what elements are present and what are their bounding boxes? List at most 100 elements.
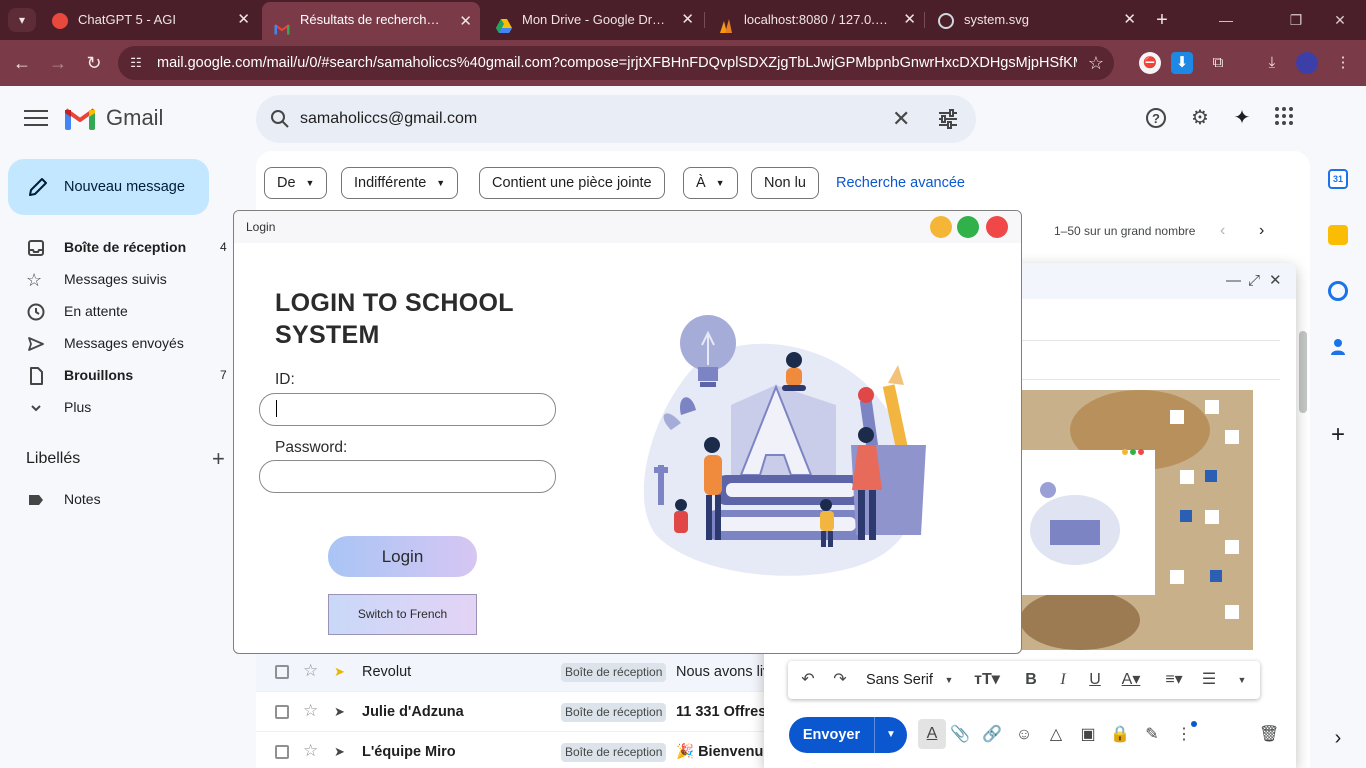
compose-button[interactable]: Nouveau message: [8, 159, 209, 215]
confidential-mode-icon[interactable]: 🔒: [1110, 725, 1130, 745]
table-row[interactable]: ☆ ➤ Julie d'Adzuna Boîte de réception 11…: [256, 692, 776, 732]
downloads-icon[interactable]: ⤓: [1261, 52, 1283, 74]
advanced-search-link[interactable]: Recherche avancée: [836, 167, 965, 199]
more-options-icon[interactable]: ⋮: [1174, 725, 1194, 745]
expand-compose-icon[interactable]: ⤢: [1248, 271, 1260, 291]
table-row[interactable]: ☆ ➤ Revolut Boîte de réception Nous avon…: [256, 652, 776, 692]
close-compose-icon[interactable]: ✕: [1269, 271, 1282, 291]
id-input[interactable]: [259, 393, 556, 426]
star-icon[interactable]: ☆: [303, 701, 318, 721]
profile-avatar-icon[interactable]: [1296, 52, 1318, 74]
sidebar-item-drafts[interactable]: Brouillons 7: [0, 359, 240, 391]
minimize-button[interactable]: [930, 216, 952, 238]
inline-screenshot-image[interactable]: [1020, 390, 1253, 650]
add-label-icon[interactable]: +: [212, 448, 225, 470]
search-icon[interactable]: [268, 107, 292, 131]
password-input[interactable]: [259, 460, 556, 493]
star-icon[interactable]: ☆: [303, 661, 318, 681]
sidebar-item-sent[interactable]: Messages envoyés: [0, 327, 240, 359]
important-marker-icon[interactable]: ➤: [334, 742, 345, 762]
send-button[interactable]: Envoyer ▼: [789, 717, 907, 753]
maximize-button[interactable]: [957, 216, 979, 238]
minimize-compose-icon[interactable]: —: [1226, 271, 1241, 291]
attach-file-icon[interactable]: 📎: [950, 725, 970, 745]
row-checkbox[interactable]: [275, 745, 289, 759]
new-tab-button[interactable]: +: [1150, 8, 1174, 32]
keep-icon[interactable]: [1328, 225, 1348, 245]
search-input[interactable]: samaholiccs@gmail.com: [300, 95, 477, 143]
filter-date-chip[interactable]: Indifférente ▼: [341, 167, 459, 199]
undo-icon[interactable]: ↶: [798, 670, 818, 690]
insert-link-icon[interactable]: 🔗: [982, 725, 1002, 745]
redo-icon[interactable]: ↷: [830, 670, 850, 690]
switch-language-button[interactable]: Switch to French: [328, 594, 477, 635]
forward-arrow-icon[interactable]: →: [46, 51, 70, 75]
font-family-select[interactable]: Sans Serif: [866, 661, 933, 699]
bookmark-star-icon[interactable]: ☆: [1088, 52, 1104, 74]
insert-photo-icon[interactable]: ▣: [1078, 725, 1098, 745]
puzzle-extensions-icon[interactable]: ⧉: [1207, 52, 1229, 74]
close-tab-icon[interactable]: ✕: [1123, 4, 1136, 36]
formatting-options-icon[interactable]: A: [918, 719, 946, 749]
close-tab-icon[interactable]: ✕: [903, 4, 916, 36]
tab-phpmyadmin[interactable]: localhost:8080 / 127.0.0.1 / s ✕: [706, 4, 924, 36]
tasks-icon[interactable]: [1328, 281, 1348, 301]
contacts-icon[interactable]: [1328, 337, 1348, 357]
chevron-right-icon[interactable]: ›: [1259, 221, 1264, 241]
close-tab-icon[interactable]: ✕: [237, 4, 250, 36]
star-icon[interactable]: ☆: [303, 741, 318, 761]
discard-draft-icon[interactable]: 🗑: [1259, 725, 1279, 745]
main-menu-icon[interactable]: [24, 110, 48, 128]
settings-gear-icon[interactable]: ⚙: [1188, 106, 1212, 130]
row-checkbox[interactable]: [275, 665, 289, 679]
login-button[interactable]: Login: [328, 536, 477, 577]
italic-icon[interactable]: I: [1053, 670, 1073, 690]
site-settings-icon[interactable]: ☷: [126, 53, 146, 73]
add-addon-icon[interactable]: +: [1328, 423, 1348, 447]
close-window-button[interactable]: ✕: [1320, 8, 1360, 32]
sidebar-item-starred[interactable]: ☆ Messages suivis: [0, 263, 240, 295]
row-label-badge[interactable]: Boîte de réception: [561, 663, 667, 682]
search-bar[interactable]: samaholiccs@gmail.com ✕: [256, 95, 976, 143]
emoji-icon[interactable]: ☺: [1014, 725, 1034, 745]
url-text[interactable]: mail.google.com/mail/u/0/#search/samahol…: [157, 46, 1077, 80]
restore-window-button[interactable]: ❐: [1276, 8, 1316, 32]
clear-search-icon[interactable]: ✕: [892, 107, 910, 131]
signature-pen-icon[interactable]: ✎: [1142, 725, 1162, 745]
tab-google-drive[interactable]: Mon Drive - Google Drive ✕: [484, 4, 702, 36]
bold-icon[interactable]: B: [1021, 670, 1041, 690]
tab-search-menu-button[interactable]: ▾: [8, 8, 36, 32]
more-formatting-icon[interactable]: ▼: [1234, 670, 1250, 690]
numbered-list-icon[interactable]: ☰: [1199, 670, 1219, 690]
scrollbar-thumb[interactable]: [1299, 331, 1307, 413]
chevron-right-icon[interactable]: ›: [1328, 728, 1348, 748]
sidebar-item-snoozed[interactable]: En attente: [0, 295, 240, 327]
text-color-icon[interactable]: A▾: [1116, 670, 1146, 690]
filter-from-chip[interactable]: De ▼: [264, 167, 328, 199]
table-row[interactable]: ☆ ➤ L'équipe Miro Boîte de réception 🎉 B…: [256, 732, 776, 768]
caret-down-icon[interactable]: ▼: [942, 670, 956, 690]
filter-attachment-chip[interactable]: Contient une pièce jointe: [479, 167, 665, 199]
help-icon[interactable]: ?: [1144, 106, 1168, 130]
address-bar[interactable]: ☷ mail.google.com/mail/u/0/#search/samah…: [118, 46, 1114, 80]
apps-grid-icon[interactable]: [1272, 106, 1296, 130]
back-arrow-icon[interactable]: ←: [10, 51, 34, 75]
drive-icon[interactable]: △: [1046, 725, 1066, 745]
filter-unread-chip[interactable]: Non lu: [751, 167, 819, 199]
close-button[interactable]: [986, 216, 1008, 238]
search-options-icon[interactable]: [936, 107, 960, 131]
row-label-badge[interactable]: Boîte de réception: [561, 703, 667, 722]
close-tab-icon[interactable]: ✕: [459, 4, 472, 40]
tab-gmail-search[interactable]: Résultats de recherche - sam ✕: [262, 2, 480, 40]
login-titlebar[interactable]: Login: [234, 211, 1021, 243]
chevron-left-icon[interactable]: ‹: [1220, 221, 1225, 241]
download-extension-icon[interactable]: ⬇: [1171, 52, 1193, 74]
sidebar-item-inbox[interactable]: Boîte de réception 4: [0, 231, 240, 263]
font-size-icon[interactable]: тT▾: [970, 670, 1004, 690]
tab-chatgpt[interactable]: ChatGPT 5 - AGI ✕: [40, 4, 258, 36]
filter-to-chip[interactable]: À ▼: [683, 167, 738, 199]
sidebar-item-notes[interactable]: Notes: [0, 483, 240, 515]
extension-icon[interactable]: ⛔: [1139, 52, 1161, 74]
close-tab-icon[interactable]: ✕: [681, 4, 694, 36]
browser-menu-icon[interactable]: ⋮: [1332, 52, 1354, 74]
